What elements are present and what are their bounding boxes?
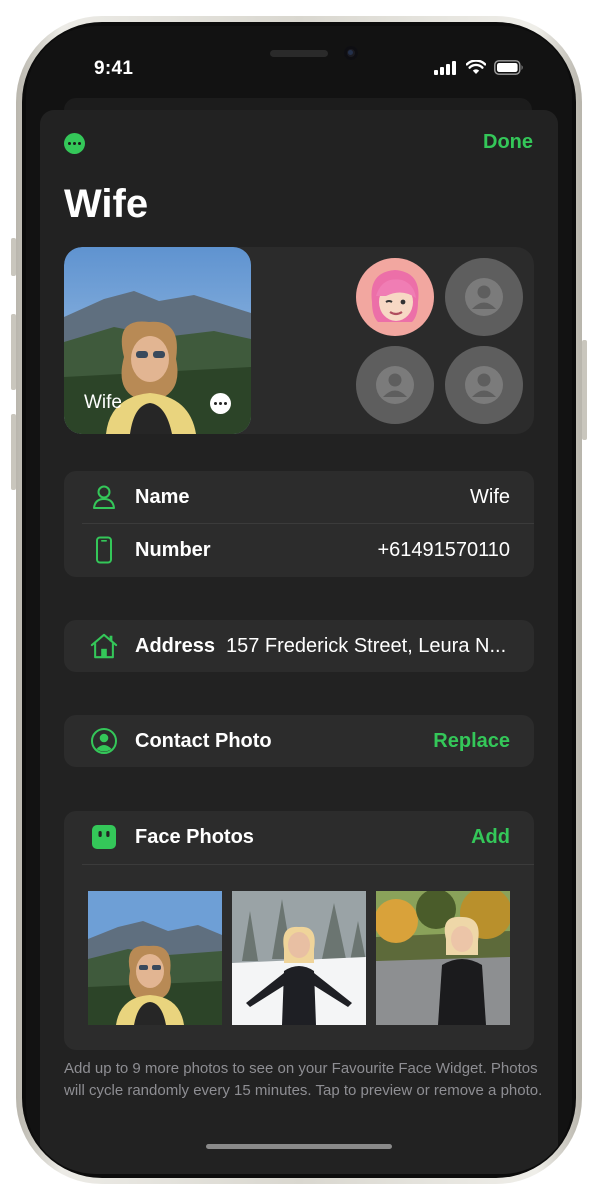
widget-preview: Wife <box>64 247 534 434</box>
face-photo-thumbnail[interactable] <box>88 891 222 1025</box>
face-photo-thumbnail[interactable] <box>232 891 366 1025</box>
person-placeholder-icon <box>465 366 503 404</box>
number-value: +61491570110 <box>377 538 510 561</box>
face-photos-footnote: Add up to 9 more photos to see on your F… <box>64 1060 543 1099</box>
status-time: 9:41 <box>94 58 134 79</box>
person-icon <box>90 483 118 511</box>
snow-portrait-thumbnail-image <box>232 891 366 1025</box>
face-photos-label: Face Photos <box>135 825 254 848</box>
name-row[interactable]: Name Wife <box>64 471 534 523</box>
memoji-avatar[interactable] <box>356 258 434 336</box>
done-button[interactable]: Done <box>483 131 533 154</box>
face-photo-thumbnail[interactable] <box>376 891 510 1025</box>
replace-button[interactable]: Replace <box>433 730 510 753</box>
number-label: Number <box>135 538 211 561</box>
house-icon <box>90 632 118 660</box>
contact-photo-label: Contact Photo <box>135 729 272 752</box>
phone-icon <box>90 536 118 564</box>
widget-photo-label: Wife <box>84 392 122 413</box>
person-placeholder-icon <box>376 366 414 404</box>
speaker-grille <box>270 50 328 57</box>
row-divider <box>82 864 534 865</box>
name-value: Wife <box>470 485 510 508</box>
person-circle-icon <box>90 727 118 755</box>
empty-avatar[interactable] <box>445 346 523 424</box>
face-photos-card: Face Photos Add <box>64 811 534 1050</box>
front-camera <box>344 46 358 60</box>
home-indicator[interactable] <box>206 1144 392 1149</box>
screen: 9:41 Done Wife Wife Name Wife Number +61… <box>26 26 572 1174</box>
person-placeholder-icon <box>465 278 503 316</box>
empty-avatar[interactable] <box>445 258 523 336</box>
face-widget-icon <box>90 823 118 851</box>
memoji-face-icon <box>371 270 419 322</box>
address-row[interactable]: Address 157 Frederick Street, Leura N... <box>64 620 534 672</box>
widget-main-photo[interactable]: Wife <box>64 247 251 434</box>
wifi-icon <box>466 60 486 74</box>
number-row[interactable]: Number +61491570110 <box>64 524 534 576</box>
contact-details-card: Name Wife Number +61491570110 <box>64 471 534 577</box>
park-portrait-thumbnail-image <box>376 891 510 1025</box>
page-title: Wife <box>64 182 149 226</box>
contact-photo-row: Contact Photo Replace <box>64 715 534 767</box>
contact-photo-card: Contact Photo Replace <box>64 715 534 767</box>
name-label: Name <box>135 485 190 508</box>
address-value: 157 Frederick Street, Leura N... <box>226 634 507 657</box>
empty-avatar[interactable] <box>356 346 434 424</box>
add-photo-button[interactable]: Add <box>471 826 510 849</box>
cellular-signal-icon <box>434 60 456 75</box>
volume-up-button <box>11 314 16 390</box>
more-options-button[interactable] <box>64 133 85 154</box>
action-button <box>11 238 16 276</box>
face-photos-header: Face Photos Add <box>64 811 534 863</box>
address-card[interactable]: Address 157 Frederick Street, Leura N... <box>64 620 534 672</box>
volume-down-button <box>11 414 16 490</box>
mountain-portrait-thumbnail-image <box>88 891 222 1025</box>
photo-options-button[interactable] <box>210 393 231 414</box>
address-label: Address <box>135 634 216 657</box>
status-icons <box>434 60 524 75</box>
battery-icon <box>494 60 523 75</box>
power-button <box>582 340 587 440</box>
